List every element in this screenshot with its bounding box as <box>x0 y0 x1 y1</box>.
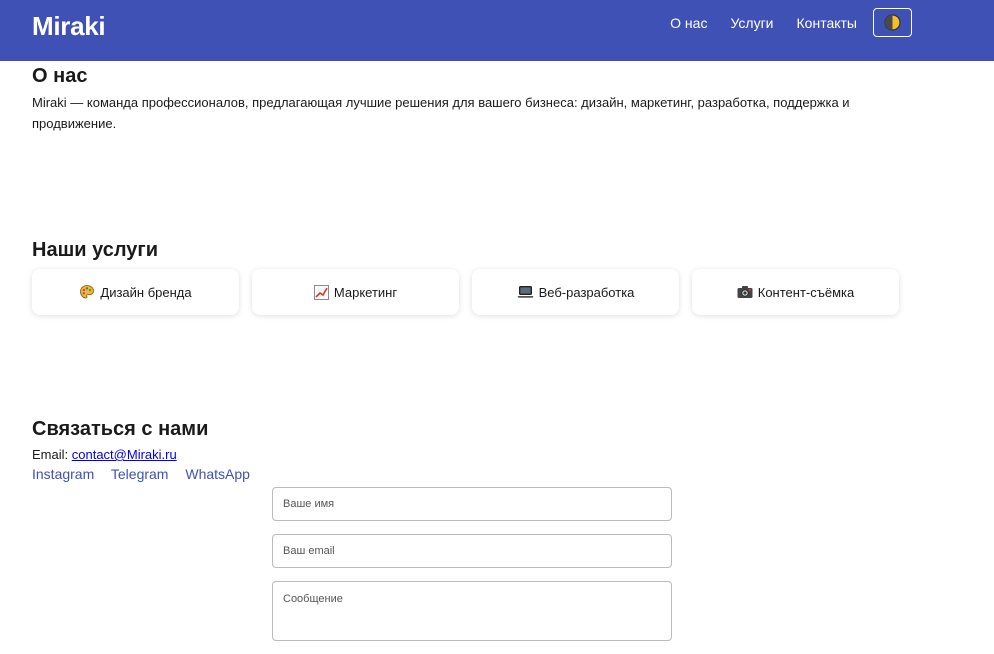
message-textarea[interactable] <box>272 581 672 641</box>
about-section: О нас Miraki — команда профессионалов, п… <box>32 65 852 134</box>
email-link[interactable]: contact@Miraki.ru <box>72 447 177 462</box>
site-header: Miraki О нас Услуги Контакты <box>0 0 994 61</box>
service-card-design[interactable]: Дизайн бренда <box>32 269 239 315</box>
contact-section: Связаться с нами Email: contact@Miraki.r… <box>32 418 263 482</box>
half-moon-icon <box>884 14 901 31</box>
email-label: Email: <box>32 447 69 462</box>
camera-icon <box>737 285 753 299</box>
social-links: Instagram Telegram WhatsApp <box>32 466 263 482</box>
service-card-webdev[interactable]: Веб-разработка <box>472 269 679 315</box>
email-line: Email: contact@Miraki.ru <box>32 447 263 462</box>
about-text: Miraki — команда профессионалов, предлаг… <box>32 95 850 131</box>
about-title: О нас <box>32 65 88 87</box>
nav-link-services[interactable]: Услуги <box>730 15 773 31</box>
main-nav: О нас Услуги Контакты <box>670 8 912 37</box>
nav-link-about[interactable]: О нас <box>670 15 707 31</box>
service-label-content: Контент-съёмка <box>757 284 855 300</box>
email-input[interactable] <box>272 534 672 568</box>
services-title: Наши услуги <box>32 239 159 261</box>
name-input[interactable] <box>272 487 672 521</box>
service-label-webdev: Веб-разработка <box>538 284 635 300</box>
laptop-icon <box>517 285 534 299</box>
chart-up-icon <box>313 284 329 300</box>
site-logo[interactable]: Miraki <box>32 11 106 42</box>
nav-link-contacts[interactable]: Контакты <box>797 15 857 31</box>
palette-icon <box>79 284 95 300</box>
social-link-telegram[interactable]: Telegram <box>111 466 169 482</box>
service-card-content[interactable]: Контент-съёмка <box>692 269 899 315</box>
services-cards: Дизайн бренда Маркетинг Веб-разработка К… <box>32 269 912 315</box>
services-section: Наши услуги Дизайн бренда Маркетинг Веб-… <box>32 239 912 315</box>
social-link-whatsapp[interactable]: WhatsApp <box>185 466 250 482</box>
contact-form <box>272 487 672 654</box>
service-label-marketing: Маркетинг <box>333 284 398 300</box>
social-link-instagram[interactable]: Instagram <box>32 466 94 482</box>
service-label-design: Дизайн бренда <box>100 284 192 300</box>
service-card-marketing[interactable]: Маркетинг <box>252 269 459 315</box>
theme-toggle-button[interactable] <box>873 8 912 37</box>
contact-title: Связаться с нами <box>32 418 209 440</box>
